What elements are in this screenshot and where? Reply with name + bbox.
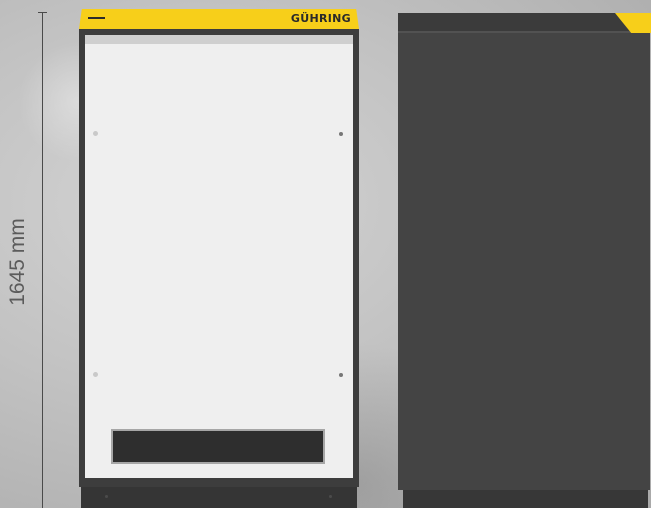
cabinet-frame: [79, 29, 359, 487]
cabinet-base: [81, 487, 357, 508]
drawer-slot: [111, 429, 325, 464]
cabinet-side-view: [398, 13, 651, 508]
dimension-label: 1645 mm: [6, 218, 29, 306]
brand-logo: GÜHRING: [290, 12, 351, 25]
screw-top-right: [339, 132, 343, 136]
base-foot-right: [329, 495, 332, 498]
side-base: [403, 490, 648, 508]
panel-top-shade: [85, 35, 353, 44]
screw-top-left: [93, 131, 98, 136]
base-foot-left: [105, 495, 108, 498]
side-panel: [398, 33, 650, 490]
side-top-edge: [398, 13, 651, 32]
lid-handle: [88, 17, 105, 19]
cabinet-lid: GÜHRING: [79, 9, 359, 29]
dimension-line: [42, 12, 43, 508]
screw-bottom-left: [93, 372, 98, 377]
screw-bottom-right: [339, 373, 343, 377]
cabinet-front-view: GÜHRING: [79, 9, 359, 508]
cabinet-door-panel: [85, 35, 353, 478]
